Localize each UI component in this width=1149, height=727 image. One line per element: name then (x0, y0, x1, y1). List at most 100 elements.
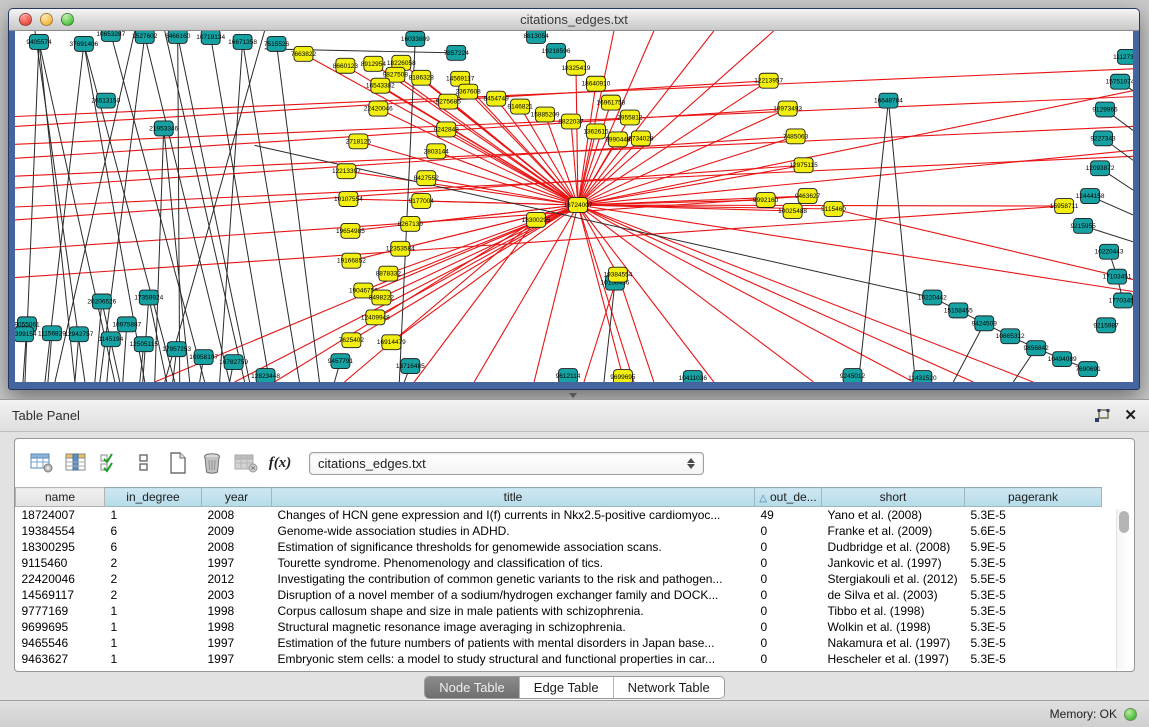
graph-node[interactable]: 10958107 (189, 350, 218, 365)
graph-node[interactable]: 9992160 (753, 193, 779, 208)
graph-node[interactable]: 6466160 (165, 31, 191, 43)
graph-node[interactable]: 10975887 (112, 317, 141, 332)
graph-node[interactable]: 7515526 (264, 36, 290, 51)
graph-node[interactable]: 37691406 (69, 36, 98, 51)
graph-edge[interactable] (578, 109, 788, 205)
column-header-name[interactable]: name (16, 488, 105, 507)
graph-edge[interactable] (358, 141, 578, 205)
graph-node[interactable]: 7625402 (339, 333, 365, 348)
graph-node[interactable]: 7857224 (444, 45, 470, 60)
graph-node[interactable]: 9215955 (1070, 218, 1096, 233)
graph-node[interactable]: 8912954 (361, 56, 387, 71)
graph-node[interactable]: 8186328 (409, 70, 435, 85)
graph-node[interactable]: 10719134 (196, 31, 225, 44)
graph-node[interactable]: 12823448 (251, 369, 280, 382)
graph-node[interactable]: 7955812 (617, 110, 643, 125)
table-row[interactable]: 1872400712008Changes of HCN gene express… (16, 507, 1102, 523)
table-row[interactable]: 969969511998Structural magnetic resonanc… (16, 619, 1102, 635)
graph-edge[interactable] (123, 324, 127, 382)
graph-node[interactable]: 7485063 (783, 129, 809, 144)
function-builder-icon[interactable]: f(x) (263, 448, 297, 478)
graph-edge[interactable] (584, 275, 618, 382)
graph-node[interactable]: 16033809 (401, 31, 430, 46)
graph-node[interactable]: 8267130 (398, 216, 424, 231)
graph-edge[interactable] (618, 275, 654, 382)
table-row[interactable]: 977716911998Corpus callosum shape and si… (16, 603, 1102, 619)
column-header-year[interactable]: year (202, 488, 272, 507)
tab-edge-table[interactable]: Edge Table (520, 677, 614, 698)
graph-node[interactable]: 9699695 (610, 370, 636, 382)
column-header-title[interactable]: title (272, 488, 755, 507)
graph-node[interactable]: 9146821 (507, 99, 533, 114)
graph-edge[interactable] (578, 205, 623, 377)
column-header-out-de-[interactable]: △out_de... (755, 488, 822, 507)
table-row[interactable]: 1456911722003Disruption of a novel membe… (16, 587, 1102, 603)
graph-node[interactable]: 8454749 (484, 91, 510, 106)
graph-node[interactable]: 9129966 (1092, 102, 1118, 117)
graph-node[interactable]: 15751074 (1106, 74, 1133, 89)
graph-node[interactable]: 19654985 (336, 223, 365, 238)
graph-node[interactable]: 9399154 (15, 327, 37, 342)
column-visibility-icon[interactable] (59, 448, 93, 478)
graph-edge[interactable] (578, 205, 1133, 292)
graph-node[interactable]: 16648784 (874, 93, 903, 108)
merge-tables-icon[interactable] (127, 448, 161, 478)
graph-node[interactable]: 2718126 (346, 134, 372, 149)
graph-edge[interactable] (165, 31, 265, 382)
column-header-in-degree[interactable]: in_degree (105, 488, 202, 507)
table-settings-icon[interactable] (25, 448, 59, 478)
graph-node[interactable]: 8813054 (523, 31, 549, 43)
graph-node[interactable]: 9177004 (409, 194, 435, 209)
tab-node-table[interactable]: Node Table (425, 677, 520, 698)
graph-node[interactable]: 9424509 (972, 316, 998, 331)
graph-node[interactable]: 19218596 (542, 43, 571, 58)
column-header-short[interactable]: short (822, 488, 965, 507)
float-panel-icon[interactable] (1094, 409, 1110, 423)
graph-node[interactable]: 18325419 (562, 60, 591, 75)
network-svg[interactable]: 9405574376914061065328715276026466160107… (15, 31, 1133, 382)
graph-node[interactable]: 11156829 (38, 326, 66, 341)
graph-node[interactable]: 9227343 (1090, 131, 1116, 146)
graph-node[interactable]: 1145194 (98, 332, 123, 347)
graph-node[interactable]: 10220443 (1095, 244, 1124, 259)
graph-node[interactable]: 9275685 (436, 94, 462, 109)
graph-node[interactable]: 11431520 (908, 371, 937, 382)
graph-node[interactable]: 9612114 (556, 369, 581, 382)
graph-node[interactable]: 9463627 (795, 189, 821, 204)
graph-edge[interactable] (534, 205, 578, 382)
table-row[interactable]: 1938455462009Genome-wide association stu… (16, 523, 1102, 539)
graph-node[interactable]: 10653287 (96, 31, 125, 41)
graph-node[interactable]: 12505115 (130, 337, 159, 352)
table-row[interactable]: 1830029562008Estimation of significance … (16, 539, 1102, 555)
graph-node[interactable]: 9856842 (1024, 341, 1050, 356)
graph-node[interactable]: 12093872 (1086, 161, 1115, 176)
graph-node[interactable]: 10107554 (334, 192, 363, 207)
table-row[interactable]: 946362711997Embryonic stem cells: a mode… (16, 651, 1102, 667)
window-titlebar[interactable]: citations_edges.txt (9, 9, 1139, 31)
graph-edge[interactable] (211, 37, 270, 382)
graph-node[interactable]: 6734028 (628, 131, 654, 146)
graph-node[interactable]: 7690691 (1075, 362, 1101, 377)
graph-node[interactable]: 9990448 (605, 132, 631, 147)
graph-edge[interactable] (145, 36, 230, 382)
graph-node[interactable]: 10411036 (679, 371, 708, 382)
new-table-icon[interactable] (161, 448, 195, 478)
table-scrollbar-thumb[interactable] (1119, 511, 1129, 533)
graph-node[interactable]: 8427552 (414, 171, 440, 186)
panel-splitter-handle[interactable] (567, 392, 579, 399)
table-row[interactable]: 2242004622012Investigating the contribut… (16, 571, 1102, 587)
graph-node[interactable]: 9457791 (328, 354, 354, 369)
graph-node[interactable]: 26513150 (91, 93, 120, 108)
graph-node[interactable]: 9242848 (434, 122, 460, 137)
graph-node[interactable]: 11127314 (1113, 49, 1133, 64)
graph-node[interactable]: 9215987 (1093, 318, 1119, 333)
tab-network-table[interactable]: Network Table (614, 677, 724, 698)
graph-edge[interactable] (414, 220, 536, 382)
graph-node[interactable]: 2367608 (456, 84, 482, 99)
graph-node[interactable]: 12444158 (1076, 189, 1105, 204)
graph-node[interactable]: 8498222 (369, 290, 395, 305)
graph-node[interactable]: 1527602 (132, 31, 158, 43)
table-selector-dropdown[interactable]: citations_edges.txt (309, 452, 704, 475)
graph-node[interactable]: 9115460 (821, 202, 846, 217)
row-select-icon[interactable] (93, 448, 127, 478)
